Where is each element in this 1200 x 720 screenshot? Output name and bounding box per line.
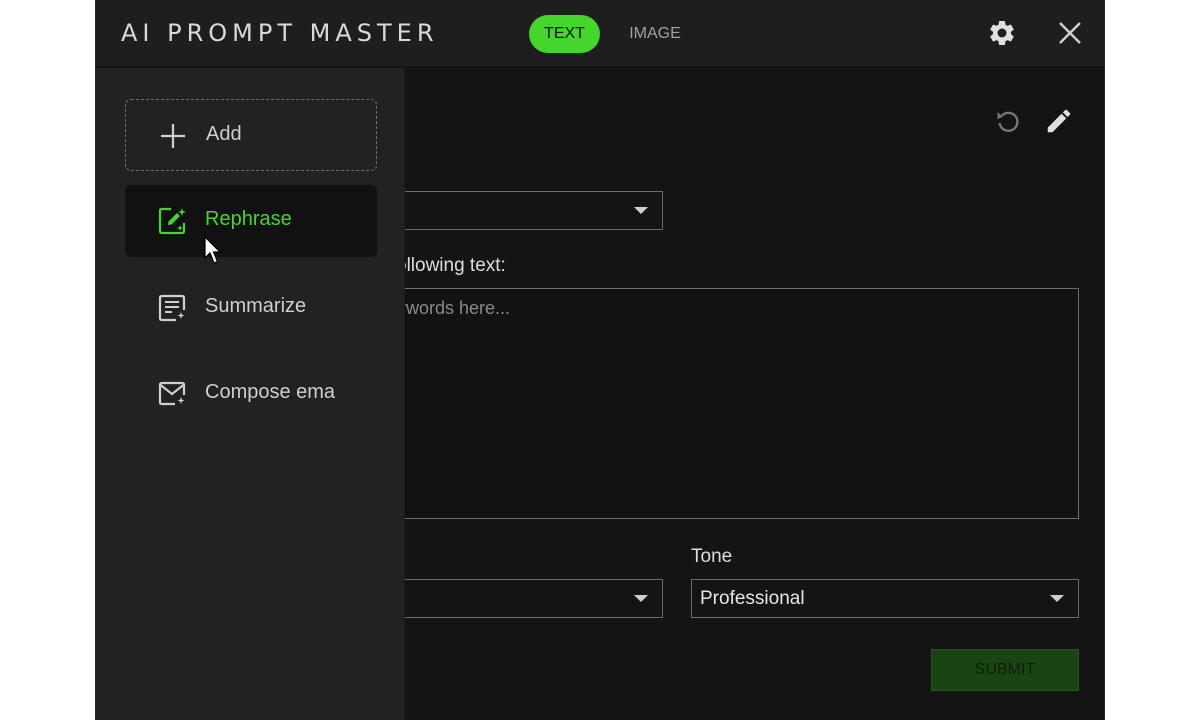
close-icon[interactable]: [1055, 18, 1085, 48]
app-window: AI PROMPT MASTER TEXT IMAGE ollowing tex…: [95, 0, 1105, 720]
chevron-down-icon: [1050, 595, 1064, 602]
chevron-down-icon: [634, 595, 648, 602]
tone-select-value: Professional: [700, 588, 805, 609]
drawer-item-summarize[interactable]: Summarize: [125, 272, 377, 344]
drawer-item-rephrase[interactable]: Rephrase: [125, 185, 377, 257]
input-placeholder: ywords here...: [397, 298, 511, 318]
tab-image[interactable]: IMAGE: [616, 15, 694, 53]
tone-label: Tone: [691, 546, 733, 567]
drawer-item-label: Rephrase: [205, 208, 292, 230]
tone-select[interactable]: Professional: [691, 579, 1079, 618]
document-sparkle-icon: [157, 293, 187, 323]
edit-sparkle-icon: [157, 206, 187, 236]
reset-icon[interactable]: [993, 106, 1023, 136]
drawer-item-label: Add: [206, 123, 242, 145]
mail-sparkle-icon: [157, 379, 187, 409]
plus-icon: [158, 121, 188, 151]
drawer-item-label: Compose ema: [205, 381, 336, 403]
input-label: ollowing text:: [396, 255, 506, 276]
drawer-item-label: Summarize: [205, 295, 307, 317]
input-textarea[interactable]: ywords here...: [336, 288, 1079, 519]
tab-text[interactable]: TEXT: [529, 15, 600, 53]
chevron-down-icon: [634, 207, 648, 214]
drawer-item-add[interactable]: Add: [125, 99, 377, 171]
edit-icon[interactable]: [1044, 106, 1074, 136]
gear-icon[interactable]: [987, 18, 1017, 48]
prompt-drawer: Add Rephrase Summarize Compose ema: [96, 68, 405, 720]
drawer-item-compose-email[interactable]: Compose ema: [125, 358, 377, 430]
app-title: AI PROMPT MASTER: [121, 19, 439, 47]
submit-button[interactable]: SUBMIT: [931, 649, 1079, 691]
title-bar: AI PROMPT MASTER TEXT IMAGE: [96, 0, 1104, 67]
